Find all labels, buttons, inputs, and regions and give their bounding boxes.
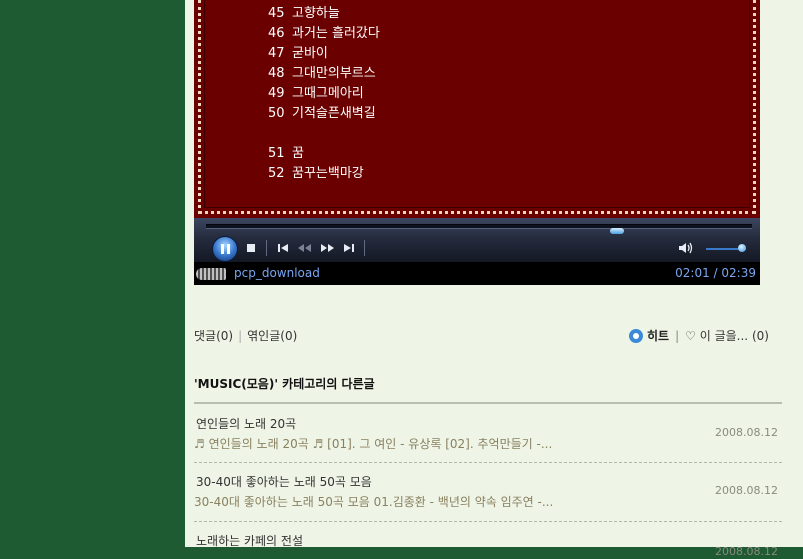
next-button[interactable] [342,241,356,255]
divider [194,462,782,463]
song-item: 45 고향하늘 [268,6,340,21]
grip-icon [196,268,226,280]
song-list-box: 45 고향하늘 46 과거는 흘러갔다 47 굳바이 48 그대만의부르스 49 그때그메… [194,0,760,218]
separator: | [675,329,680,343]
stop-button[interactable] [246,241,256,255]
media-player [194,218,760,262]
speaker-icon[interactable] [678,241,694,255]
fast-forward-button[interactable] [320,241,336,255]
song-item: 52 꿈꾸는백마강 [268,166,364,181]
divider [194,521,782,522]
divider [266,240,267,256]
rewind-button[interactable] [296,241,312,255]
post-title-link[interactable]: 30-40대 좋아하는 노래 50곡 모음 [196,474,372,490]
song-item: 47 굳바이 [268,46,328,61]
hit-icon [629,329,643,343]
trackback-link[interactable]: 엮인글(0) [247,329,297,343]
post-date: 2008.08.12 [715,545,778,558]
song-item: 50 기적슬픈새벽길 [268,106,376,121]
song-item: 51 꿈 [268,146,304,161]
post-summary[interactable]: 30-40대 좋아하는 노래 50곡 모음 01.김종환 - 백년의 약속 임주… [194,494,553,510]
like-icon: ♡ [685,329,700,343]
pause-button[interactable] [212,236,238,262]
hit-bar: 히트 | ♡ 이 글을... (0) [629,328,769,344]
post-summary[interactable]: ♬ 연인들의 노래 20곡 ♬ [01]. 그 여인 - 유상록 [02]. 추… [194,436,552,452]
song-item: 48 그대만의부르스 [268,66,376,81]
post-title-link[interactable]: 연인들의 노래 20곡 [196,416,296,432]
song-item: 46 과거는 흘러갔다 [268,26,380,41]
song-item: 49 그때그메아리 [268,86,364,101]
player-status-bar: pcp_download 02:01 / 02:39 [194,262,760,285]
file-name: pcp_download [234,266,320,280]
previous-button[interactable] [276,241,290,255]
like-count: (0) [751,329,769,343]
other-posts-title: 'MUSIC(모음)' 카테고리의 다른글 [194,377,375,391]
post-date: 2008.08.12 [715,484,778,497]
like-link[interactable]: 이 글을... [700,329,748,343]
separator: | [238,329,243,343]
divider [364,240,365,256]
volume-thumb[interactable] [738,244,746,252]
post-date: 2008.08.12 [715,426,778,439]
seek-thumb[interactable] [610,228,624,234]
comment-links: 댓글(0) | 엮인글(0) [194,328,297,344]
playback-time: 02:01 / 02:39 [675,266,756,280]
hit-link[interactable]: 히트 [647,329,669,343]
reply-link[interactable]: 댓글(0) [194,329,233,343]
seek-bar[interactable] [206,224,752,234]
divider [194,402,782,404]
